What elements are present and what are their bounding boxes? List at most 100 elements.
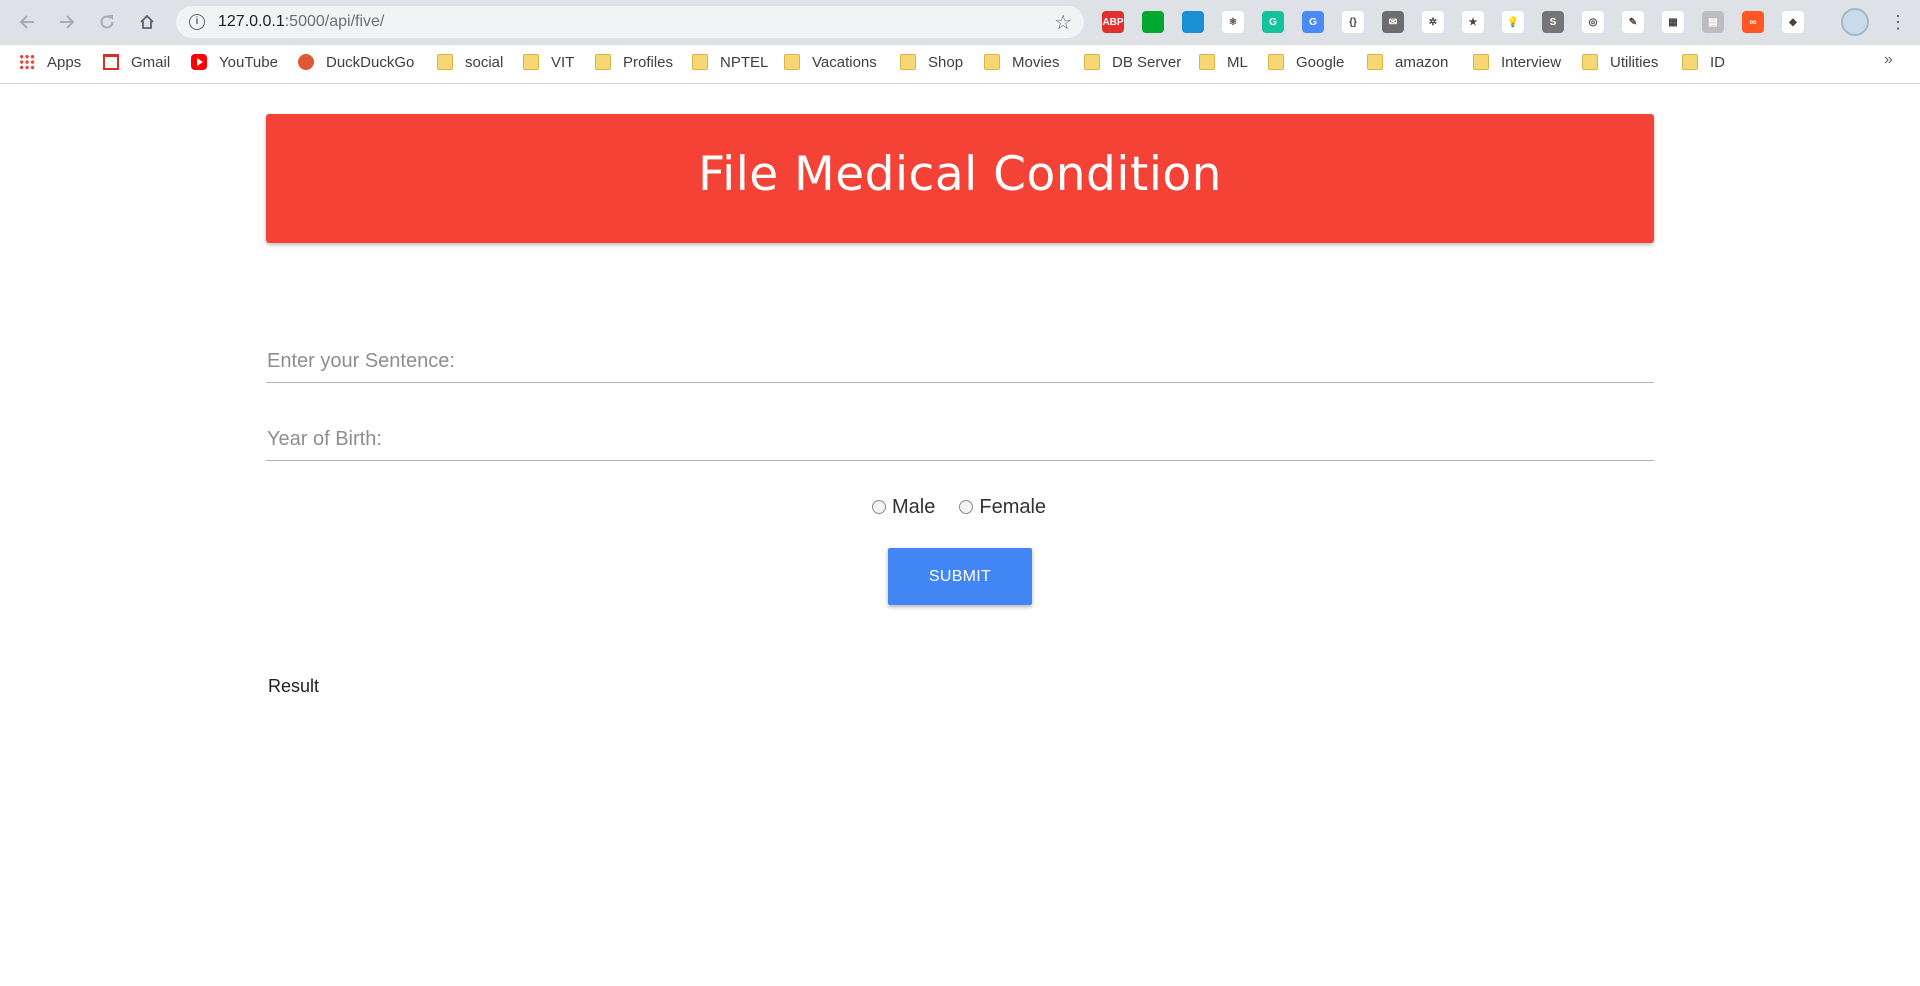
bulb-extension-icon[interactable]: 💡 [1502, 11, 1524, 33]
bookmark-amazon[interactable]: amazon [1367, 51, 1448, 73]
bookmark-label: Shop [928, 53, 964, 71]
bookmark-duckduckgo[interactable]: DuckDuckGo [298, 51, 414, 73]
male-radio-circle[interactable] [872, 500, 886, 514]
year-of-birth-field[interactable] [266, 419, 1654, 461]
page-title: File Medical Condition [698, 147, 1222, 202]
bookmark-label: DuckDuckGo [326, 53, 415, 71]
bookmark-label: amazon [1395, 53, 1449, 71]
bookmark-label: Vacations [812, 53, 877, 71]
sentence-input[interactable] [266, 341, 1654, 381]
forward-arrow-icon [60, 15, 75, 29]
male-radio-label: Male [892, 495, 936, 518]
octocat-extension-icon[interactable]: ◆ [1782, 11, 1804, 33]
bookmark-vacations[interactable]: Vacations [784, 51, 877, 73]
url-text[interactable]: 127.0.0.1:5000/api/five/ [218, 13, 384, 31]
bookmark-label: VIT [551, 53, 575, 71]
gmail-icon [103, 54, 119, 70]
gender-radio-group: Male Female [872, 495, 1070, 519]
male-radio[interactable]: Male [872, 496, 935, 519]
forward-button[interactable] [53, 8, 81, 36]
bookmark-db-server[interactable]: DB Server [1084, 51, 1181, 73]
duckduckgo-icon [298, 54, 314, 70]
folder-icon [1473, 54, 1489, 70]
bookmark-vit[interactable]: VIT [523, 51, 574, 73]
react-devtools-icon[interactable]: ⚛ [1222, 11, 1244, 33]
bookmark-google[interactable]: Google [1268, 51, 1344, 73]
bookmark-gmail[interactable]: Gmail [103, 51, 170, 73]
folder-icon [437, 54, 453, 70]
folder-icon [692, 54, 708, 70]
browser-toolbar: i 127.0.0.1:5000/api/five/ ☆ ABP ⚛ G G {} ✉ ✲ ★… [0, 0, 1920, 45]
bookmark-label: Apps [47, 53, 82, 71]
pen-extension-icon[interactable]: ✎ [1622, 11, 1644, 33]
sentence-field[interactable] [266, 341, 1654, 383]
grammarly-icon[interactable]: G [1262, 11, 1284, 33]
result-label: Result [268, 676, 320, 696]
bookmark-star-icon[interactable]: ☆ [1054, 10, 1072, 35]
bookmark-label: Profiles [623, 53, 674, 71]
address-bar[interactable]: i 127.0.0.1:5000/api/five/ ☆ [176, 6, 1084, 38]
folder-icon [1199, 54, 1215, 70]
year-of-birth-input[interactable] [266, 419, 1654, 459]
bookmark-apps[interactable]: Apps [19, 51, 81, 73]
settings-extension-icon[interactable]: ✲ [1422, 11, 1444, 33]
folder-icon [1367, 54, 1383, 70]
bookmark-label: NPTEL [720, 53, 769, 71]
home-button[interactable] [133, 8, 161, 36]
bookmark-label: YouTube [219, 53, 278, 71]
chart-extension-icon[interactable]: ▦ [1662, 11, 1684, 33]
mail-extension-icon[interactable]: ✉ [1382, 11, 1404, 33]
back-arrow-icon [19, 15, 34, 29]
bookmark-nptel[interactable]: NPTEL [692, 51, 768, 73]
bookmark-id[interactable]: ID [1682, 51, 1725, 73]
bookmark-ml[interactable]: ML [1199, 51, 1248, 73]
evernote-icon[interactable] [1142, 11, 1164, 33]
youtube-icon [191, 54, 207, 70]
submit-button[interactable]: SUBMIT [888, 548, 1032, 605]
s-extension-icon[interactable]: S [1542, 11, 1564, 33]
folder-icon [1582, 54, 1598, 70]
bookmark-label: DB Server [1112, 53, 1182, 71]
folder-icon [1268, 54, 1284, 70]
folder-icon [595, 54, 611, 70]
bookmark-label: Movies [1012, 53, 1060, 71]
sync-extension-icon[interactable]: ◎ [1582, 11, 1604, 33]
bookmark-utilities[interactable]: Utilities [1582, 51, 1658, 73]
bookmark-youtube[interactable]: YouTube [191, 51, 278, 73]
box-extension-icon[interactable]: ▤ [1702, 11, 1724, 33]
folder-icon [900, 54, 916, 70]
folder-icon [984, 54, 1000, 70]
bookmark-label: Utilities [1610, 53, 1659, 71]
female-radio-circle[interactable] [959, 500, 974, 514]
apps-icon [19, 54, 35, 70]
female-radio-label: Female [979, 495, 1047, 518]
site-info-icon[interactable]: i [189, 14, 205, 30]
bookmark-label: Google [1296, 53, 1345, 71]
bookmark-label: social [465, 53, 504, 71]
star-extension-icon[interactable]: ★ [1462, 11, 1484, 33]
bookmark-movies[interactable]: Movies [984, 51, 1060, 73]
bookmark-label: ID [1710, 53, 1725, 71]
bookmark-social[interactable]: social [437, 51, 503, 73]
profile-avatar[interactable] [1841, 8, 1869, 36]
page-header: File Medical Condition [266, 114, 1654, 243]
bookmark-profiles[interactable]: Profiles [595, 51, 673, 73]
female-radio[interactable]: Female [959, 496, 1046, 519]
tab-icon[interactable] [1182, 11, 1204, 33]
home-icon [140, 14, 154, 29]
reload-button[interactable] [93, 8, 121, 36]
bookmark-label: Gmail [131, 53, 171, 71]
adblock-plus-icon[interactable]: ABP [1102, 11, 1124, 33]
bookmark-interview[interactable]: Interview [1473, 51, 1561, 73]
bookmark-shop[interactable]: Shop [900, 51, 963, 73]
browser-menu-icon[interactable]: ⋮ [1889, 10, 1907, 34]
back-button[interactable] [13, 8, 41, 36]
bookmark-label: ML [1227, 53, 1248, 71]
folder-icon [1682, 54, 1698, 70]
bookmarks-overflow-icon[interactable]: » [1884, 51, 1893, 69]
folder-icon [784, 54, 800, 70]
infinity-extension-icon[interactable]: ∞ [1742, 11, 1764, 33]
google-translate-icon[interactable]: G [1302, 11, 1324, 33]
json-viewer-icon[interactable]: {} [1342, 11, 1364, 33]
reload-icon [100, 15, 114, 29]
